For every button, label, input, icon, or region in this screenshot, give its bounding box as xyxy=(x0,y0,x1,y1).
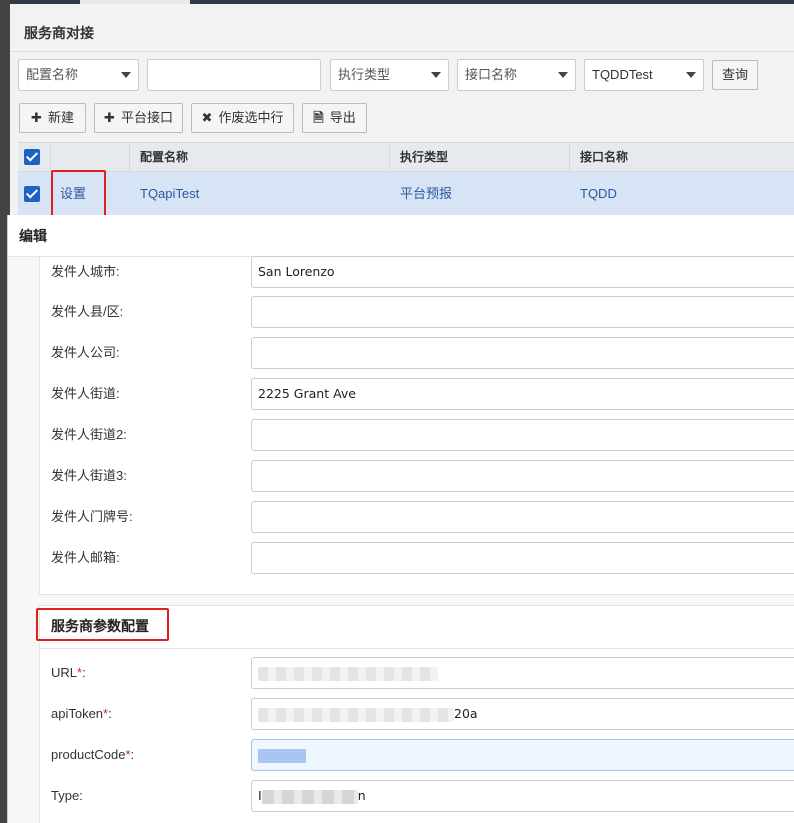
sender-email-input[interactable] xyxy=(251,542,794,574)
edit-modal: 编辑 发件人城市: San Lorenzo 发件人县/区: 发件人公司: 发件人… xyxy=(7,215,794,823)
new-button-label: 新建 xyxy=(47,110,74,125)
product-code-input[interactable] xyxy=(251,739,794,771)
field-label-sender-district: 发件人县/区: xyxy=(51,304,124,319)
sender-street3-input[interactable] xyxy=(251,460,794,492)
column-divider xyxy=(569,143,570,171)
sender-street-input[interactable]: 2225 Grant Ave xyxy=(251,378,794,410)
redacted-value xyxy=(258,666,438,681)
export-file-icon: 🗎 xyxy=(313,110,324,125)
query-button[interactable]: 查询 xyxy=(712,60,758,90)
search-input[interactable] xyxy=(147,59,321,91)
field-label-sender-street: 发件人街道: xyxy=(51,386,120,401)
row-api-name: TQDD xyxy=(580,186,617,201)
column-divider xyxy=(50,143,51,171)
api-name-select-label: 接口名称 xyxy=(465,67,518,82)
column-divider xyxy=(389,143,390,171)
active-tab-piece[interactable] xyxy=(80,0,190,4)
void-selected-button-label: 作废选中行 xyxy=(218,110,284,125)
modal-title: 编辑 xyxy=(8,215,794,257)
redacted-value xyxy=(258,707,454,722)
new-button[interactable]: ✚ 新建 xyxy=(19,103,86,133)
panel-title: 服务商对接 xyxy=(10,14,794,52)
caret-down-icon xyxy=(558,72,568,78)
highlight-box-settings xyxy=(51,170,106,218)
field-label-sender-street2: 发件人街道2: xyxy=(51,427,127,442)
sender-street2-input[interactable] xyxy=(251,419,794,451)
config-name-select[interactable]: 配置名称 xyxy=(18,59,139,91)
grid-header: 配置名称 执行类型 接口名称 xyxy=(18,142,794,172)
type-value-end: n xyxy=(357,788,366,803)
field-label-api-token: apiToken*: xyxy=(51,698,112,730)
field-label-sender-city: 发件人城市: xyxy=(51,264,120,279)
table-row[interactable]: 设置 TQapiTest 平台预报 TQDD xyxy=(18,172,794,216)
section-divider xyxy=(40,648,794,649)
col-header-api-name[interactable]: 接口名称 xyxy=(580,143,628,171)
caret-down-icon xyxy=(121,72,131,78)
redacted-value xyxy=(261,789,358,804)
field-label-suffix: : xyxy=(108,706,112,721)
api-token-input[interactable]: 20a xyxy=(251,698,794,730)
row-checkbox[interactable] xyxy=(24,186,40,202)
col-header-exec-type[interactable]: 执行类型 xyxy=(400,143,448,171)
test-config-select[interactable]: TQDDTest xyxy=(584,59,704,91)
caret-down-icon xyxy=(431,72,441,78)
times-icon: ✖ xyxy=(201,110,213,125)
caret-down-icon xyxy=(686,72,696,78)
exec-type-select-label: 执行类型 xyxy=(338,67,391,82)
select-all-checkbox[interactable] xyxy=(24,149,40,165)
exec-type-select[interactable]: 执行类型 xyxy=(330,59,449,91)
field-label-sender-email: 发件人邮箱: xyxy=(51,550,120,565)
export-button[interactable]: 🗎 导出 xyxy=(302,103,367,133)
field-label-url-text: URL xyxy=(51,665,78,680)
api-name-select[interactable]: 接口名称 xyxy=(457,59,576,91)
type-input[interactable]: In xyxy=(251,780,794,812)
field-label-sender-company: 发件人公司: xyxy=(51,345,120,360)
highlight-box-section xyxy=(36,608,169,641)
sender-district-input[interactable] xyxy=(251,296,794,328)
field-label-suffix: : xyxy=(82,665,86,680)
sender-info-card: 发件人城市: San Lorenzo 发件人县/区: 发件人公司: 发件人街道:… xyxy=(39,256,794,595)
export-button-label: 导出 xyxy=(329,110,356,125)
row-exec-type: 平台预报 xyxy=(400,186,453,201)
sender-house-number-input[interactable] xyxy=(251,501,794,533)
field-label-sender-street3: 发件人街道3: xyxy=(51,468,127,483)
field-label-api-token-text: apiToken xyxy=(51,706,104,721)
config-name-select-label: 配置名称 xyxy=(26,67,79,82)
column-divider xyxy=(129,143,130,171)
modal-body: 发件人城市: San Lorenzo 发件人县/区: 发件人公司: 发件人街道:… xyxy=(8,256,794,823)
sender-city-input[interactable]: San Lorenzo xyxy=(251,256,794,288)
field-label-product-code-text: productCode xyxy=(51,747,126,762)
row-config-name: TQapiTest xyxy=(140,186,200,201)
platform-api-button[interactable]: ✚ 平台接口 xyxy=(94,103,183,133)
test-config-select-label: TQDDTest xyxy=(592,67,653,82)
void-selected-button[interactable]: ✖ 作废选中行 xyxy=(191,103,294,133)
filter-row: 配置名称 执行类型 接口名称 TQDDTest 查询 xyxy=(18,59,794,91)
field-label-url: URL*: xyxy=(51,657,86,689)
field-label-type: Type: xyxy=(51,788,83,803)
api-token-visible-suffix: 20a xyxy=(454,706,478,721)
sender-company-input[interactable] xyxy=(251,337,794,369)
field-label-sender-house-number: 发件人门牌号: xyxy=(51,509,133,524)
platform-api-button-label: 平台接口 xyxy=(120,110,173,125)
top-bar xyxy=(0,0,794,4)
col-header-config-name[interactable]: 配置名称 xyxy=(140,143,188,171)
plus-icon: ✚ xyxy=(104,110,115,125)
plus-icon: ✚ xyxy=(31,110,42,125)
field-label-product-code: productCode*: xyxy=(51,739,134,771)
url-input[interactable] xyxy=(251,657,794,689)
selected-text-highlight xyxy=(258,748,306,763)
field-label-suffix: : xyxy=(130,747,135,762)
